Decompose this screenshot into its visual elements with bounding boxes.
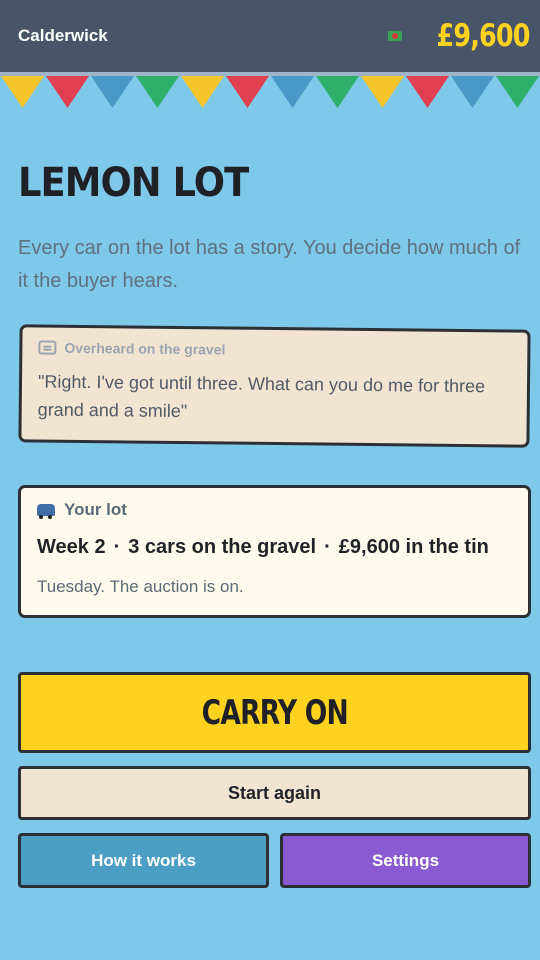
overheard-heading: Overheard on the gravel bbox=[64, 339, 226, 358]
lot-note: Tuesday. The auction is on. bbox=[37, 577, 244, 596]
bunting-flag bbox=[1, 76, 44, 108]
how-it-works-button[interactable]: How it works bbox=[18, 833, 269, 888]
bunting-flag bbox=[406, 76, 449, 108]
bunting-flag bbox=[361, 76, 404, 108]
tagline: Every car on the lot has a story. You de… bbox=[18, 237, 521, 292]
lot-tin: £9,600 in the tin bbox=[338, 536, 489, 558]
town-name: Calderwick bbox=[18, 26, 108, 45]
bunting-flag bbox=[136, 76, 179, 108]
carry-on-label: CARRY ON bbox=[201, 692, 348, 733]
bunting-flag bbox=[91, 76, 134, 108]
speech-bubble-icon bbox=[38, 340, 57, 355]
bunting-flag bbox=[271, 76, 314, 108]
carry-on-button[interactable]: CARRY ON bbox=[18, 672, 531, 753]
cash-note-icon bbox=[388, 31, 403, 41]
separator-dot: · bbox=[324, 536, 331, 558]
money-amount: £9,600 bbox=[436, 18, 531, 54]
bunting-flag bbox=[451, 76, 494, 108]
game-title: LEMON LOT bbox=[18, 160, 249, 206]
top-bar: Calderwick £9,600 bbox=[0, 0, 540, 72]
bunting-flag bbox=[226, 76, 269, 108]
car-icon bbox=[37, 504, 55, 519]
separator-dot: · bbox=[113, 536, 121, 558]
bunting-decoration bbox=[1, 76, 539, 108]
lot-header: Your lot bbox=[37, 500, 512, 520]
lot-week: Week 2 bbox=[37, 536, 106, 558]
settings-button[interactable]: Settings bbox=[280, 833, 531, 888]
lot-heading: Your lot bbox=[64, 500, 127, 519]
overheard-card: Overheard on the gravel "Right. I've got… bbox=[18, 324, 531, 448]
lot-stats: Week 2 · 3 cars on the gravel · £9,600 in th… bbox=[37, 536, 512, 559]
bunting-flag bbox=[316, 76, 359, 108]
bunting-flag bbox=[496, 76, 539, 108]
money-display: £9,600 bbox=[388, 18, 531, 54]
lot-cars: 3 cars on the gravel bbox=[128, 536, 317, 558]
bunting-flag bbox=[181, 76, 224, 108]
overheard-header: Overheard on the gravel bbox=[38, 340, 511, 361]
start-again-button[interactable]: Start again bbox=[18, 766, 531, 820]
overheard-quote: "Right. I've got until three. What can y… bbox=[37, 371, 486, 422]
bunting-flag bbox=[46, 76, 89, 108]
lot-card: Your lot Week 2 · 3 cars on the gravel · £9,… bbox=[18, 485, 531, 618]
